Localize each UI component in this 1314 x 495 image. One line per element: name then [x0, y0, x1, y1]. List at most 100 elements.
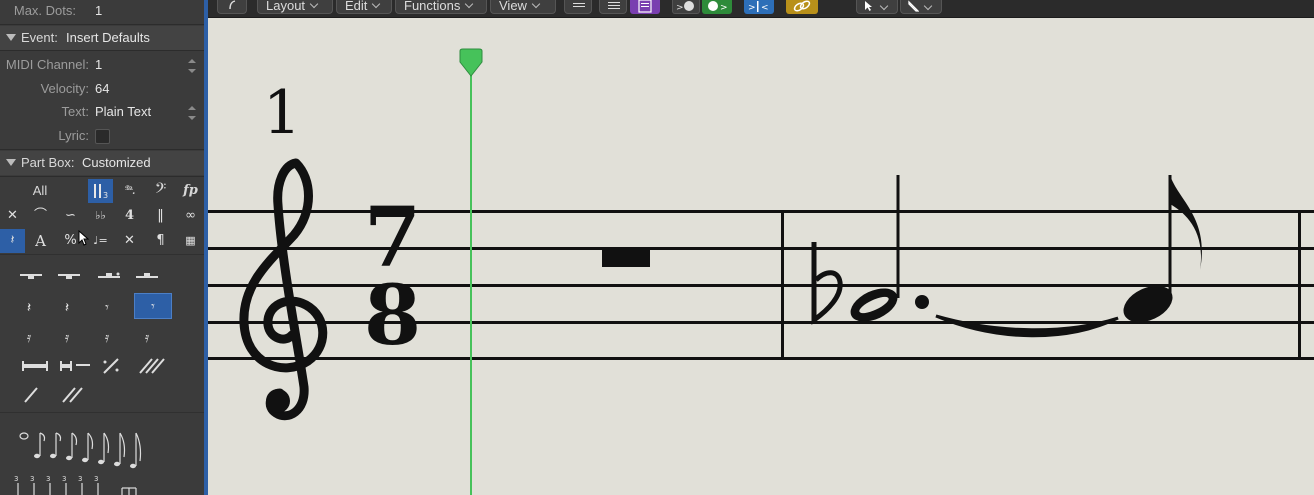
part-box-header-value[interactable]: Customized	[82, 155, 151, 170]
linear-view-button[interactable]	[564, 0, 592, 14]
half-rest[interactable]	[602, 248, 650, 267]
event-header-label: Event:	[21, 30, 58, 45]
quarter-rest-icon[interactable]: 𝄽	[48, 295, 86, 321]
velocity-row[interactable]: Velocity: 64	[0, 77, 204, 101]
event-section-header[interactable]: Event: Insert Defaults	[0, 26, 204, 50]
treble-clef-icon[interactable]	[236, 155, 336, 425]
page-view-button[interactable]	[630, 0, 660, 14]
text-row[interactable]: Text: Plain Text	[0, 100, 204, 124]
link-button[interactable]	[786, 0, 818, 14]
catch-button[interactable]: > <	[744, 0, 774, 14]
event-header-value[interactable]: Insert Defaults	[66, 30, 150, 45]
part-box-repeat-icon[interactable]: ‖	[148, 204, 173, 228]
edit-menu[interactable]: Edit	[336, 0, 392, 14]
svg-text:3: 3	[103, 191, 108, 200]
tuplet-notes-icon[interactable]: 3 3 3 3 3 3	[8, 474, 148, 495]
midi-channel-value[interactable]: 1	[95, 57, 102, 72]
lyric-label: Lyric:	[58, 128, 89, 143]
part-box-ornament-icon[interactable]: ∞	[178, 204, 203, 228]
pencil-tool-icon	[908, 0, 920, 12]
part-box-section-header[interactable]: Part Box: Customized	[0, 151, 204, 175]
note-values-icon[interactable]	[14, 426, 154, 476]
midi-out-button[interactable]: >	[702, 0, 732, 14]
whole-rest-icon[interactable]	[50, 263, 88, 289]
part-box-text-icon[interactable]: A	[28, 229, 53, 253]
lyric-row[interactable]: Lyric:	[0, 124, 204, 148]
beat-slash-icon[interactable]	[12, 382, 50, 408]
divider	[0, 176, 204, 177]
score-editor[interactable]: 1 7 8	[208, 0, 1314, 495]
sixteenth-rest-icon[interactable]: 𝄿	[10, 325, 48, 351]
part-box-slur-icon[interactable]: ∽	[58, 204, 83, 228]
multi-rest-icon[interactable]	[16, 353, 54, 379]
view-menu-label: View	[499, 0, 527, 13]
svg-text:3: 3	[30, 475, 34, 483]
chevron-down-icon	[923, 1, 933, 11]
text-stepper-icon[interactable]	[188, 106, 196, 120]
part-box-fermata-icon[interactable]: ⌒	[28, 204, 53, 228]
svg-text:>: >	[676, 3, 684, 13]
velocity-label: Velocity:	[40, 81, 89, 96]
measure-2-notes[interactable]	[798, 170, 1218, 350]
svg-text:<: <	[761, 3, 769, 13]
whole-rest-multibar-icon[interactable]	[12, 263, 50, 289]
midi-channel-stepper-icon[interactable]	[188, 59, 196, 73]
lyric-checkbox[interactable]	[95, 129, 110, 144]
midi-in-button[interactable]: >	[672, 0, 700, 14]
chevron-down-icon	[465, 0, 474, 9]
thirty-second-rest-icon[interactable]: 𝄿	[48, 325, 86, 351]
part-box-mute-icon[interactable]: ✕	[117, 229, 142, 253]
functions-menu-label: Functions	[404, 0, 461, 13]
midi-channel-row[interactable]: MIDI Channel: 1	[0, 53, 204, 77]
measure-number: 1	[263, 78, 302, 148]
eighth-rest-icon[interactable]: 𝄾	[134, 293, 172, 319]
dotted-half-rest-icon[interactable]	[90, 263, 128, 289]
playhead-marker-icon[interactable]	[457, 48, 485, 78]
one-twenty-eighth-rest-icon[interactable]: 𝄿	[128, 325, 166, 351]
part-box-grid-icon[interactable]: ▦	[178, 229, 203, 253]
disclosure-triangle-icon[interactable]	[6, 34, 16, 41]
disclosure-triangle-icon[interactable]	[6, 159, 16, 166]
score-toolbar: Layout Edit Functions View > > > <	[208, 0, 1314, 18]
back-arrow-button[interactable]	[217, 0, 247, 14]
svg-text:3: 3	[14, 475, 18, 483]
velocity-value[interactable]: 64	[95, 81, 109, 96]
double-beat-slash-icon[interactable]	[54, 382, 92, 408]
max-dots-value[interactable]: 1	[95, 3, 102, 18]
edit-menu-label: Edit	[345, 0, 368, 13]
part-box-tab-group-icon[interactable]: 3	[88, 179, 113, 203]
playhead-line[interactable]	[470, 52, 472, 495]
pointer-tool-menu[interactable]	[856, 0, 898, 14]
pencil-tool-menu[interactable]	[900, 0, 942, 14]
functions-menu[interactable]: Functions	[395, 0, 487, 14]
part-box-rests-icon[interactable]: 𝄽	[0, 229, 25, 253]
part-box-tab-bass-clef-icon[interactable]: 𝄢	[148, 179, 173, 203]
text-value[interactable]: Plain Text	[95, 104, 151, 119]
max-dots-label: Max. Dots:	[13, 3, 76, 18]
sixty-fourth-rest-icon[interactable]: 𝄿	[88, 325, 126, 351]
half-rest-icon[interactable]	[128, 263, 166, 289]
part-box-tempo-icon[interactable]: ♩=	[88, 229, 113, 253]
part-box-tab-pedal-icon[interactable]: 𝆮.	[117, 179, 142, 203]
part-box-articulation-icon[interactable]: ✕	[0, 204, 25, 228]
part-box-time-signature-icon[interactable]: 4	[117, 204, 142, 228]
part-box-tab-dynamics-icon[interactable]: fp	[178, 179, 203, 203]
barline[interactable]	[781, 210, 784, 360]
single-slash-icon[interactable]	[92, 353, 130, 379]
time-signature-denominator[interactable]: 8	[364, 275, 421, 357]
layout-menu[interactable]: Layout	[257, 0, 333, 14]
barline[interactable]	[1298, 210, 1301, 360]
dotted-quarter-rest-icon[interactable]: 𝄽	[10, 295, 48, 321]
part-box-paragraph-icon[interactable]: ¶	[148, 229, 173, 253]
dotted-eighth-rest-icon[interactable]: 𝄾	[88, 295, 126, 321]
double-slash-icon[interactable]	[132, 353, 170, 379]
multi-rest-short-icon[interactable]	[56, 353, 94, 379]
max-dots-row[interactable]: Max. Dots: 1	[0, 0, 204, 24]
time-signature-numerator[interactable]: 7	[364, 197, 421, 279]
svg-text:>: >	[720, 3, 728, 13]
part-box-tab-all[interactable]: All	[20, 179, 60, 203]
divider	[0, 254, 204, 255]
part-box-accidentals-icon[interactable]: ♭♭	[88, 204, 113, 228]
view-menu[interactable]: View	[490, 0, 556, 14]
wrapped-view-button[interactable]	[599, 0, 627, 14]
